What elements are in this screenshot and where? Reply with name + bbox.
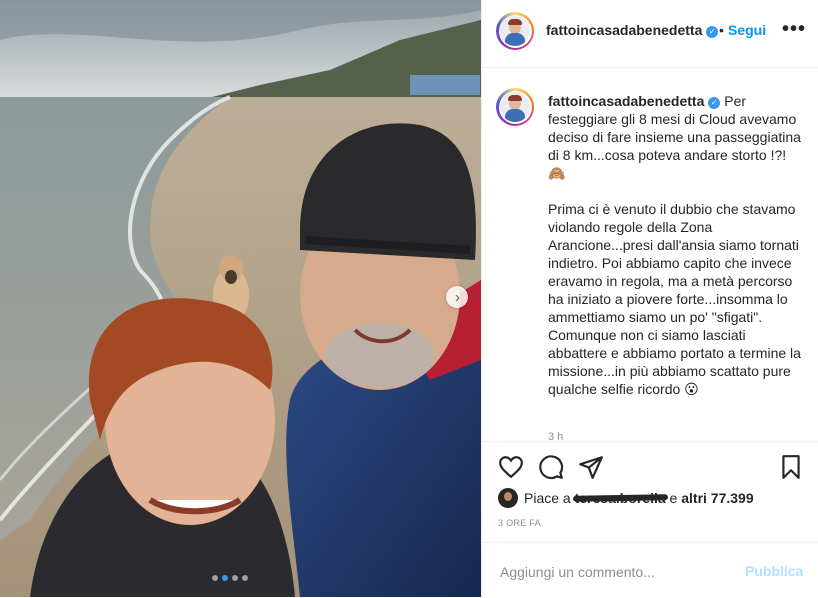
post-photo[interactable]: › <box>0 0 481 597</box>
caption-paragraph-2: Prima ci è venuto il dubbio che stavamo … <box>548 201 801 397</box>
likes-summary: Piace a teresa.borella e altri 77.399 <box>498 487 754 509</box>
carousel-indicator <box>212 575 248 581</box>
caption-text: fattoincasadabenedetta ✓ Per festeggiare … <box>548 92 806 416</box>
avatar[interactable] <box>496 12 534 50</box>
caption-username[interactable]: fattoincasadabenedetta <box>548 93 704 109</box>
chevron-right-icon: › <box>455 288 460 306</box>
comment-icon[interactable] <box>538 454 564 480</box>
comment-input[interactable] <box>498 561 742 583</box>
carousel-dot <box>212 575 218 581</box>
likes-prefix: Piace a <box>524 490 571 506</box>
verified-badge-icon: ✓ <box>708 97 721 109</box>
liker-avatar[interactable] <box>498 488 518 508</box>
more-horizontal-icon[interactable]: ••• <box>782 18 806 41</box>
heart-icon[interactable] <box>498 454 524 480</box>
instagram-post-view: › fattoincasadabenedetta ✓ • Segui ••• f… <box>0 0 818 597</box>
post-timestamp: 3 ORE FA <box>498 518 541 528</box>
carousel-dot <box>232 575 238 581</box>
separator-dot: • <box>719 22 724 38</box>
caption-avatar[interactable] <box>496 88 534 126</box>
username-text[interactable]: fattoincasadabenedetta <box>546 22 702 38</box>
header-username[interactable]: fattoincasadabenedetta ✓ <box>546 22 719 38</box>
post-side-panel: fattoincasadabenedetta ✓ • Segui ••• fatt… <box>481 0 818 597</box>
selfie-beach-image <box>0 0 481 597</box>
next-photo-button[interactable]: › <box>446 286 468 308</box>
bookmark-icon[interactable] <box>778 454 804 480</box>
carousel-dot <box>242 575 248 581</box>
follow-button[interactable]: Segui <box>728 22 766 38</box>
caption-timestamp: 3 h <box>548 431 564 440</box>
liker-username[interactable]: teresa.borella <box>575 490 666 506</box>
verified-badge-icon: ✓ <box>706 25 719 38</box>
likes-middle: e <box>669 490 678 506</box>
caption-section: fattoincasadabenedetta ✓ Per festeggiare … <box>496 86 808 440</box>
likes-others-link[interactable]: altri 77.399 <box>681 490 753 506</box>
comment-box: Pubblica <box>482 542 818 598</box>
post-header: fattoincasadabenedetta ✓ • Segui ••• <box>482 0 818 68</box>
publish-button[interactable]: Pubblica <box>745 563 803 579</box>
carousel-dot-active <box>222 575 228 581</box>
share-icon[interactable] <box>578 454 604 480</box>
